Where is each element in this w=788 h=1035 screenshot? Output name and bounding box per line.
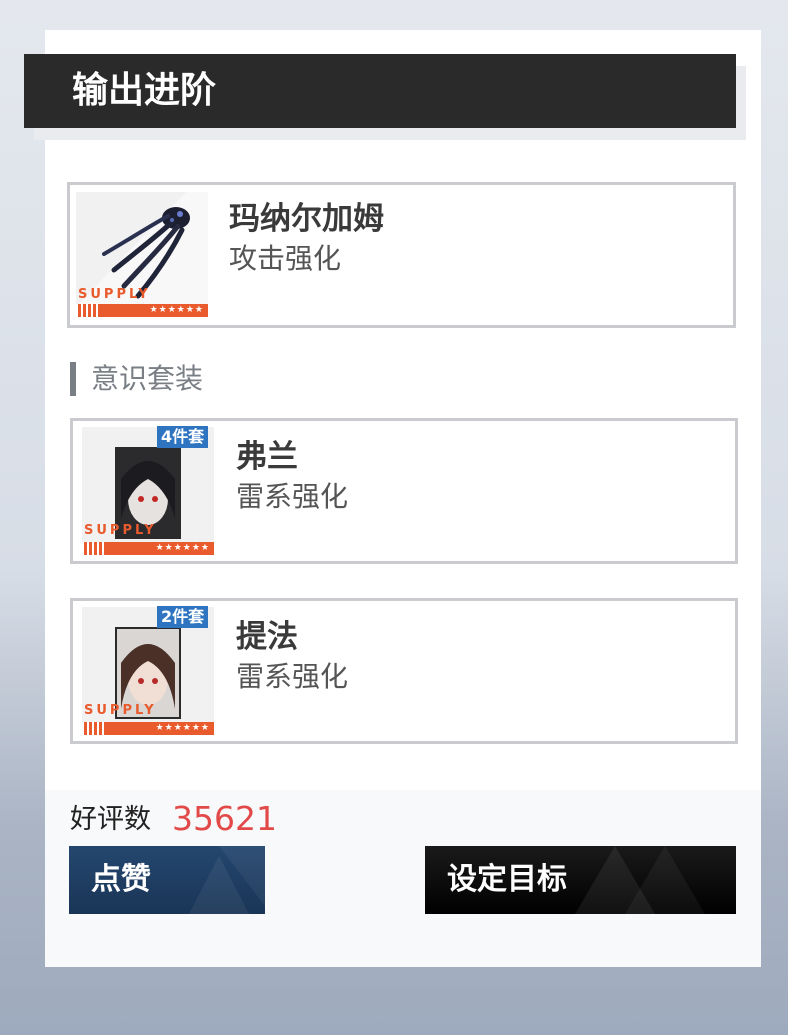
stigmata-card[interactable]: SUPPLY ★★★★★★ 2件套 提法 雷系强化 [70,598,738,744]
panel-title: 输出进阶 [24,54,736,128]
star-rating: ★★★★★★ [82,542,214,555]
weapon-thumbnail: SUPPLY ★★★★★★ [76,192,208,317]
supply-label: SUPPLY [78,287,151,302]
supply-label: SUPPLY [84,703,157,718]
set-count-badge: 4件套 [157,426,209,448]
set-count-badge: 2件套 [157,606,209,628]
supply-stripes [82,542,104,555]
stigmata-desc: 雷系强化 [236,480,349,513]
stigmata-name: 弗兰 [236,439,298,475]
like-button-label: 点赞 [91,862,151,897]
star-rating: ★★★★★★ [76,304,208,317]
rating-count: 35621 [172,799,277,838]
weapon-card[interactable]: SUPPLY ★★★★★★ 玛纳尔加姆 攻击强化 [67,182,736,328]
stigmata-card[interactable]: SUPPLY ★★★★★★ 4件套 弗兰 雷系强化 [70,418,738,564]
star-rating: ★★★★★★ [82,722,214,735]
weapon-desc: 攻击强化 [229,242,342,275]
stigmata-section-label: 意识套装 [70,362,203,396]
supply-stripes [82,722,104,735]
rating-label: 好评数 [70,804,151,835]
supply-stripes [76,304,98,317]
stigmata-name: 提法 [236,619,298,655]
set-target-button-label: 设定目标 [447,862,567,897]
stigmata-desc: 雷系强化 [236,660,349,693]
weapon-name: 玛纳尔加姆 [229,201,384,237]
like-button[interactable]: 点赞 [69,846,265,914]
set-target-button[interactable]: 设定目标 [425,846,736,914]
supply-label: SUPPLY [84,523,157,538]
